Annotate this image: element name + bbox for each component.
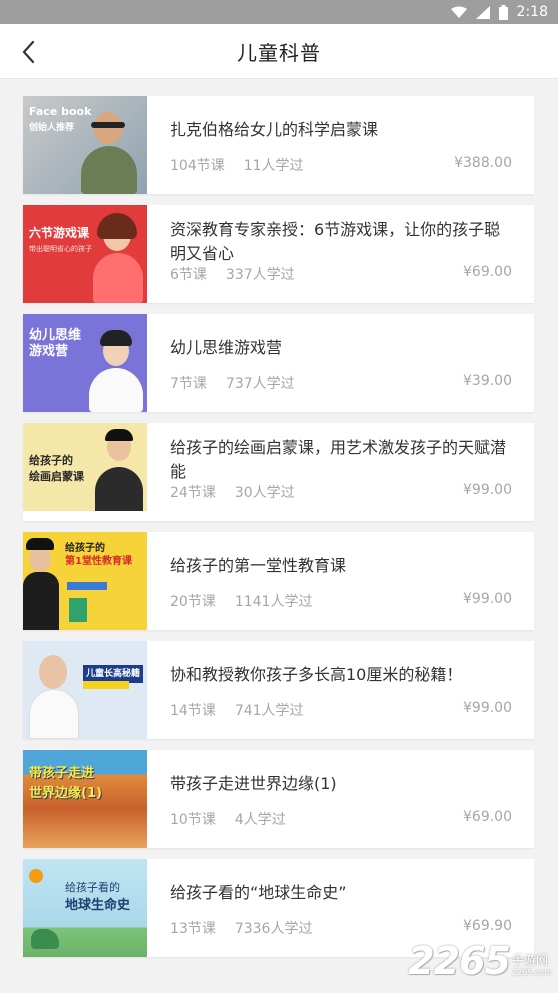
course-thumbnail: Face book 创始人推荐 — [23, 96, 147, 194]
course-thumbnail: 给孩子看的 地球生命史 — [23, 859, 147, 957]
lesson-count: 6节课 — [170, 267, 207, 283]
course-title: 资深教育专家亲授：6节游戏课，让你的孩子聪明又省心 — [170, 220, 501, 263]
course-thumbnail: 儿童长高秘籍 — [23, 641, 147, 739]
lesson-count: 104节课 — [170, 158, 225, 174]
lesson-count: 13节课 — [170, 921, 216, 937]
thumbnail-caption: 六节游戏课 — [29, 226, 90, 240]
course-card[interactable]: 给孩子的 第1堂性教育课 给孩子的第一堂性教育课 20节课 1141人学过 ¥9… — [23, 532, 534, 630]
course-title: 给孩子看的“地球生命史” — [170, 883, 347, 902]
site-watermark: 2265 手游网 2265.com — [408, 939, 552, 983]
status-time: 2:18 — [516, 4, 548, 20]
lesson-count: 7节课 — [170, 376, 207, 392]
course-price: ¥99.00 — [463, 482, 512, 498]
course-thumbnail: 给孩子的 第1堂性教育课 — [23, 532, 147, 630]
course-price: ¥69.00 — [463, 809, 512, 825]
course-card[interactable]: 儿童长高秘籍 协和教授教你孩子多长高10厘米的秘籍！ 14节课 741人学过 ¥… — [23, 641, 534, 739]
course-thumbnail: 六节游戏课 带出聪明省心的孩子 — [23, 205, 147, 303]
wifi-icon — [450, 6, 467, 19]
thumbnail-caption: 幼儿思维 游戏营 — [29, 328, 82, 359]
learner-count: 11人学过 — [243, 158, 304, 174]
course-title: 给孩子的第一堂性教育课 — [170, 556, 347, 575]
lesson-count: 20节课 — [170, 594, 216, 610]
battery-icon — [498, 4, 508, 20]
lesson-count: 14节课 — [170, 703, 216, 719]
course-thumbnail: 幼儿思维 游戏营 — [23, 314, 147, 412]
learner-count: 737人学过 — [225, 376, 295, 392]
course-title: 带孩子走进世界边缘(1) — [170, 774, 337, 793]
course-thumbnail: 带孩子走进 世界边缘(1) — [23, 750, 147, 848]
course-card[interactable]: Face book 创始人推荐 扎克伯格给女儿的科学启蒙课 104节课 11人学… — [23, 96, 534, 194]
learner-count: 337人学过 — [225, 267, 295, 283]
course-price: ¥69.00 — [463, 264, 512, 280]
thumbnail-caption: 给孩子的 第1堂性教育课 — [65, 543, 132, 567]
thumbnail-caption: 带孩子走进 世界边缘(1) — [29, 766, 102, 801]
course-price: ¥99.00 — [463, 591, 512, 607]
course-price: ¥69.90 — [463, 918, 512, 934]
learner-count: 741人学过 — [234, 703, 304, 719]
signal-icon — [475, 5, 490, 19]
thumbnail-caption: 给孩子看的 地球生命史 — [65, 881, 131, 913]
course-title: 给孩子的绘画启蒙课，用艺术激发孩子的天赋潜能 — [170, 438, 507, 481]
course-card[interactable]: 带孩子走进 世界边缘(1) 带孩子走进世界边缘(1) 10节课 4人学过 ¥69… — [23, 750, 534, 848]
course-title: 幼儿思维游戏营 — [170, 338, 283, 357]
learner-count: 30人学过 — [234, 485, 295, 501]
course-list: Face book 创始人推荐 扎克伯格给女儿的科学启蒙课 104节课 11人学… — [0, 79, 558, 957]
course-price: ¥388.00 — [454, 155, 512, 171]
course-card[interactable]: 幼儿思维 游戏营 幼儿思维游戏营 7节课 737人学过 ¥39.00 — [23, 314, 534, 412]
learner-count: 7336人学过 — [234, 921, 313, 937]
course-price: ¥99.00 — [463, 700, 512, 716]
course-card[interactable]: 给孩子的 绘画启蒙课 给孩子的绘画启蒙课，用艺术激发孩子的天赋潜能 24节课 3… — [23, 423, 534, 521]
header: 儿童科普 — [0, 24, 558, 79]
lesson-count: 24节课 — [170, 485, 216, 501]
watermark-label: 手游网 — [512, 953, 549, 967]
course-title: 协和教授教你孩子多长高10厘米的秘籍！ — [170, 665, 463, 684]
learner-count: 1141人学过 — [234, 594, 313, 610]
chevron-left-icon — [22, 40, 35, 64]
learner-count: 4人学过 — [234, 812, 286, 828]
lesson-count: 10节课 — [170, 812, 216, 828]
status-bar: 2:18 — [0, 0, 558, 24]
course-thumbnail: 给孩子的 绘画启蒙课 — [23, 423, 147, 521]
thumbnail-caption: 给孩子的 绘画启蒙课 — [29, 454, 84, 483]
course-price: ¥39.00 — [463, 373, 512, 389]
back-button[interactable] — [14, 38, 42, 66]
course-card[interactable]: 六节游戏课 带出聪明省心的孩子 资深教育专家亲授：6节游戏课，让你的孩子聪明又省… — [23, 205, 534, 303]
page-title: 儿童科普 — [237, 40, 321, 65]
watermark-number: 2265 — [408, 939, 511, 983]
course-title: 扎克伯格给女儿的科学启蒙课 — [170, 120, 379, 139]
watermark-url: 2265.com — [512, 968, 552, 977]
thumbnail-caption: Face book 创始人推荐 — [29, 105, 92, 133]
